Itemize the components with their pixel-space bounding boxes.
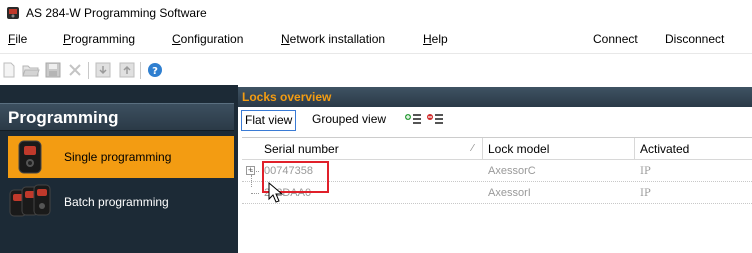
locks-header: Locks overview (238, 87, 752, 107)
column-header-activated[interactable]: Activated (640, 142, 689, 156)
app-lock-icon (6, 6, 20, 20)
cell-activated: IP (640, 166, 651, 177)
menu-file[interactable]: File (8, 32, 27, 46)
new-icon[interactable] (0, 61, 18, 79)
single-lock-icon (8, 138, 52, 176)
locks-overview-title: Locks overview (242, 90, 332, 104)
sidebar-title: Programming (8, 108, 119, 127)
sidebar-item-label: Batch programming (64, 195, 169, 209)
delete-icon[interactable] (66, 61, 84, 79)
tree-connector (251, 175, 252, 187)
menu-network-installation[interactable]: Network installation (281, 32, 385, 46)
sidebar-item-label: Single programming (64, 150, 172, 164)
export-icon[interactable] (118, 61, 136, 79)
sidebar-item-single-programming[interactable]: Single programming (8, 136, 234, 178)
menu-configuration[interactable]: Configuration (172, 32, 243, 46)
table-header: Serial number ⁄ Lock model Activated (242, 138, 752, 160)
svg-text:?: ? (152, 66, 158, 77)
tree-connector (251, 171, 259, 172)
batch-locks-icon (8, 183, 52, 221)
toolbar-separator (88, 62, 89, 79)
tree-connector (251, 193, 259, 194)
menu-bar: File Programming Configuration Network i… (0, 27, 752, 53)
disconnect-button[interactable]: Disconnect (665, 32, 724, 46)
sort-indicator-icon: ⁄ (472, 143, 474, 154)
mouse-cursor-icon (268, 181, 286, 204)
collapse-all-icon[interactable] (426, 112, 444, 128)
column-header-serial[interactable]: Serial number (264, 142, 339, 156)
menu-programming[interactable]: Programming (63, 32, 135, 46)
sidebar-item-batch-programming[interactable]: Batch programming (8, 181, 234, 223)
toolbar: ? (0, 53, 752, 85)
connect-button[interactable]: Connect (593, 32, 638, 46)
import-icon[interactable] (94, 61, 112, 79)
cell-model: AxessorI (488, 187, 531, 199)
cell-activated: IP (640, 188, 651, 199)
menu-help[interactable]: Help (423, 32, 448, 46)
save-icon[interactable] (44, 61, 62, 79)
window-title: AS 284-W Programming Software (26, 6, 207, 20)
help-icon[interactable]: ? (146, 61, 164, 79)
column-header-model[interactable]: Lock model (488, 142, 549, 156)
sidebar: Programming Single programming Batch pro… (0, 85, 234, 253)
grouped-view-button[interactable]: Grouped view (309, 110, 389, 131)
column-divider[interactable] (482, 138, 483, 160)
cell-model: AxessorC (488, 165, 536, 177)
expand-all-icon[interactable] (404, 112, 422, 128)
title-bar: AS 284-W Programming Software (0, 0, 752, 26)
column-divider[interactable] (634, 138, 635, 160)
locks-table: Serial number ⁄ Lock model Activated + 0… (242, 137, 752, 253)
toolbar-separator (140, 62, 141, 79)
flat-view-button[interactable]: Flat view (241, 110, 297, 131)
sidebar-header: Programming (0, 103, 234, 131)
view-switcher: Flat view Grouped view (238, 107, 752, 134)
open-icon[interactable] (22, 61, 40, 79)
